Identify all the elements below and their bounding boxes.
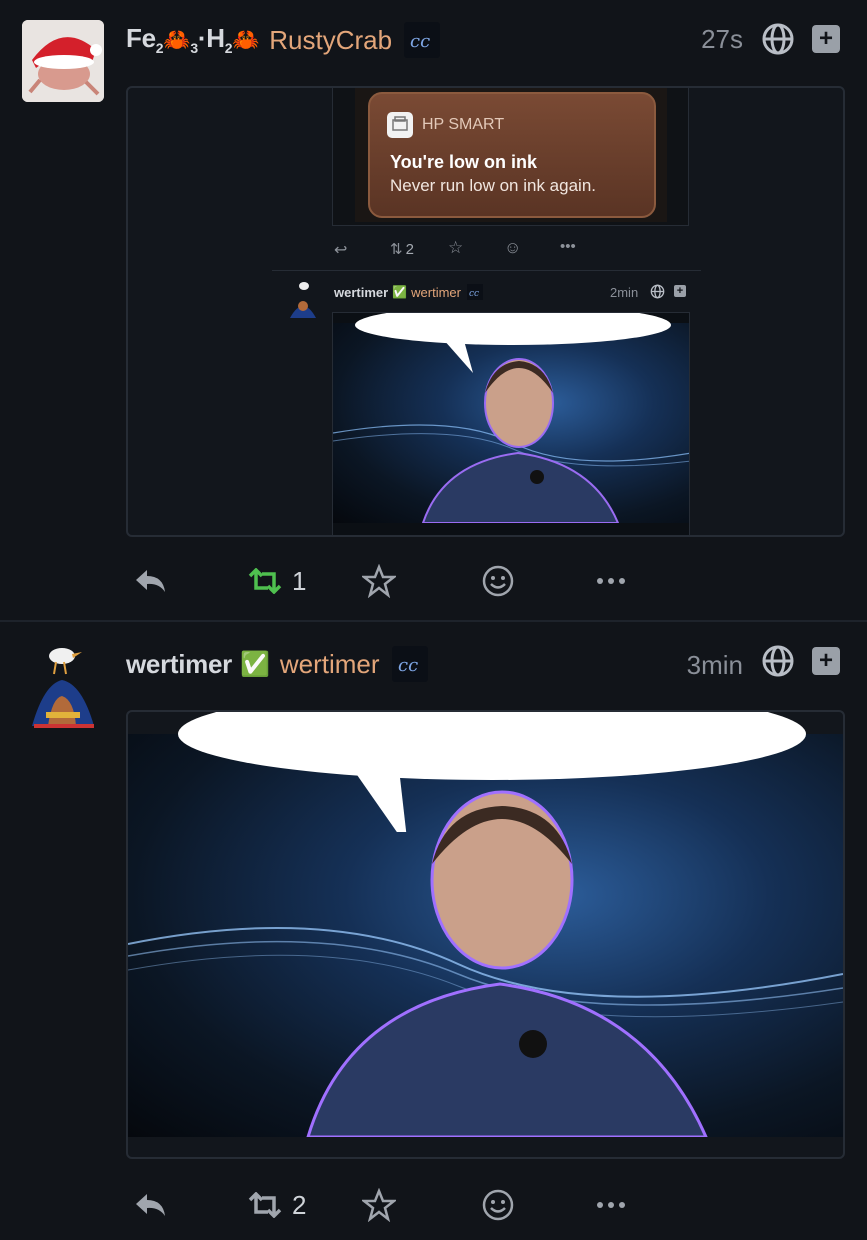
status-post: Fe2🦀3·H2🦀 RustyCrab cc 27s + HP SMART Yo…	[0, 0, 867, 620]
boost-button[interactable]: 1	[246, 556, 306, 606]
nested-video-frame[interactable]	[332, 312, 690, 535]
divider	[272, 270, 701, 271]
nested-timestamp[interactable]: 2min	[610, 285, 638, 300]
notification-title: You're low on ink	[390, 152, 537, 172]
boost-count: 2	[292, 1189, 307, 1220]
expand-icon[interactable]: +	[812, 25, 840, 53]
star-icon[interactable]: ☆	[448, 238, 463, 258]
handle[interactable]: wertimer	[280, 649, 380, 680]
notification-app-name: HP SMART	[422, 116, 505, 133]
more-button[interactable]	[596, 1180, 626, 1230]
video-attachment[interactable]	[126, 710, 845, 1159]
check-emoji: ✅	[239, 650, 270, 678]
expand-icon[interactable]: +	[812, 647, 840, 675]
crab-emoji: 🦀	[163, 27, 191, 53]
more-icon	[597, 1202, 625, 1208]
more-icon[interactable]: •••	[560, 238, 576, 255]
emoji-reaction-icon[interactable]: ☺	[504, 238, 521, 258]
more-button[interactable]	[596, 556, 626, 606]
boost-count: 1	[292, 565, 307, 596]
crab-santa-avatar-image	[22, 20, 104, 102]
reply-icon[interactable]: ↩	[334, 240, 347, 260]
mini-action-bar: ↩ ⇅ 2 ☆ ☺ •••	[334, 238, 694, 262]
post-header: wertimer ✅ wertimer cc	[126, 644, 428, 684]
display-name[interactable]: Fe2🦀3·H2🦀	[126, 23, 260, 56]
boost-icon	[248, 568, 282, 594]
more-icon	[597, 578, 625, 584]
nested-display-name[interactable]: wertimer	[334, 285, 388, 300]
globe-icon	[761, 22, 795, 56]
timestamp[interactable]: 3min	[687, 650, 743, 681]
display-name[interactable]: wertimer	[126, 649, 232, 680]
svg-text:cc: cc	[469, 289, 479, 299]
reply-icon	[136, 570, 165, 592]
quoted-image-frame: HP SMART You're low on ink Never run low…	[332, 88, 689, 226]
svg-text:cc: cc	[398, 655, 418, 676]
emoji-reaction-button[interactable]	[481, 1180, 515, 1230]
boost-icon[interactable]: ⇅ 2	[390, 240, 414, 258]
reply-button[interactable]	[133, 1180, 167, 1230]
quote-embed[interactable]: HP SMART You're low on ink Never run low…	[126, 86, 845, 537]
speech-bubble	[355, 313, 671, 373]
boost-icon	[248, 1192, 282, 1218]
post-header: Fe2🦀3·H2🦀 RustyCrab cc	[126, 20, 441, 60]
reply-icon	[136, 1194, 165, 1216]
notification-body: Never run low on ink again.	[390, 176, 597, 195]
crab-emoji: 🦀	[232, 27, 260, 53]
emoji-reaction-icon	[482, 1189, 514, 1221]
seagull-sphinx-avatar-image	[32, 648, 94, 728]
star-icon	[362, 1188, 396, 1222]
boost-button[interactable]: 2	[246, 1180, 306, 1230]
speech-bubble	[178, 712, 806, 832]
cc-icon: cc	[391, 646, 428, 682]
nested-avatar[interactable]	[286, 278, 320, 322]
ink-notification-card: HP SMART You're low on ink Never run low…	[368, 92, 656, 218]
nested-header: wertimer ✅ wertimer cc	[334, 284, 483, 300]
timestamp[interactable]: 27s	[701, 24, 743, 55]
cc-icon: cc	[404, 22, 441, 58]
emoji-reaction-button[interactable]	[481, 556, 515, 606]
emoji-reaction-icon	[482, 565, 514, 597]
expand-icon[interactable]: +	[674, 285, 686, 297]
favourite-button[interactable]	[362, 1180, 396, 1230]
check-emoji: ✅	[392, 285, 408, 299]
avatar[interactable]	[26, 640, 100, 730]
globe-icon	[761, 644, 795, 678]
nested-handle[interactable]: wertimer	[411, 285, 461, 300]
reply-button[interactable]	[133, 556, 167, 606]
avatar[interactable]	[22, 20, 104, 102]
action-bar: 1	[0, 556, 867, 606]
status-post: wertimer ✅ wertimer cc 3min + 2	[0, 622, 867, 1240]
globe-icon	[650, 284, 665, 304]
favourite-button[interactable]	[362, 556, 396, 606]
cc-icon: cc	[467, 284, 483, 300]
handle[interactable]: RustyCrab	[269, 25, 392, 56]
hp-app-icon	[387, 112, 413, 138]
star-icon	[362, 564, 396, 598]
boost-count: 2	[405, 241, 414, 258]
action-bar: 2	[0, 1180, 867, 1230]
svg-text:cc: cc	[410, 31, 430, 52]
